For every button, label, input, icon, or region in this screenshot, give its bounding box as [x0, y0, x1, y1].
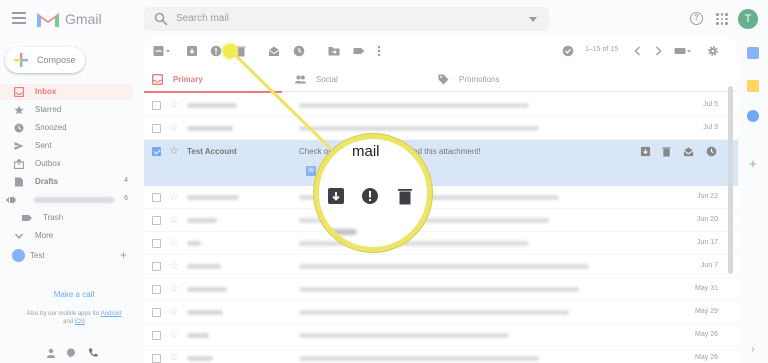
callout-magnifier: mail — [314, 134, 432, 252]
gmail-window: Gmail Search mail ? T Compose Inbox Star… — [0, 0, 768, 363]
report-spam-icon — [362, 188, 378, 204]
delete-icon — [398, 189, 412, 205]
magnified-text: mail — [352, 143, 380, 160]
callout-hotspot-marker — [223, 44, 237, 58]
magnified-blurred-text — [329, 229, 357, 235]
archive-icon — [328, 188, 344, 204]
